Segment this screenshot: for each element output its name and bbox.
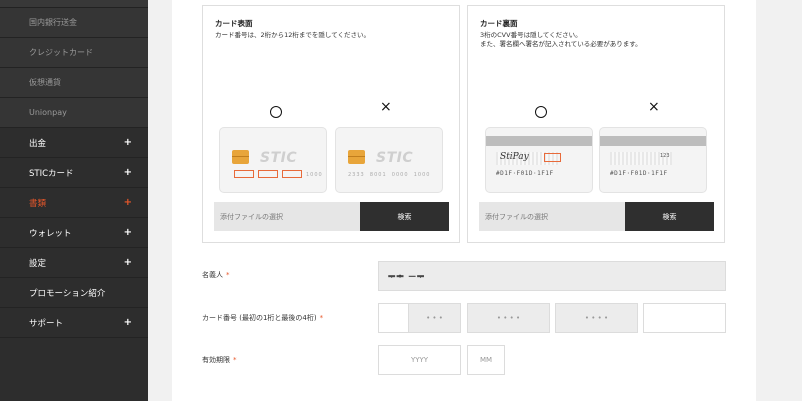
card-number-label: カード番号 (最初の1桁と最後の4桁) * [202,314,324,322]
back-card-number: #D1F·F01D·1F1F [610,170,668,177]
sidebar-item-label: ウォレット [29,228,72,239]
expand-plus-icon[interactable]: + [124,257,132,268]
sidebar-item[interactable]: Unionpay [0,98,148,128]
name-field[interactable] [378,261,726,291]
front-title: カード表面 [215,19,253,28]
card-brand: STIC [376,150,414,166]
masked-digits-box [258,170,278,178]
back-file-input[interactable]: 添付ファイルの選択 [479,202,625,231]
sidebar-item-label: 出金 [29,138,47,149]
expand-plus-icon[interactable]: + [124,317,132,328]
front-description: カード番号は、2桁から12桁までを隠してください。 [215,31,371,39]
card-number-mask-3: • • • • [555,303,638,333]
back-description-line1: 3桁のCVV番号は隠してください。 [480,31,582,39]
correct-mark-icon [535,106,547,118]
card-front-correct-example: STIC 1000 [219,127,327,193]
card-number-visible: 2333 8001 0000 1000 [348,172,431,178]
sidebar-item[interactable]: 仮想通貨 [0,68,148,98]
sidebar-item[interactable]: クレジットカード [0,38,148,68]
back-description: 3桁のCVV番号は隠してください。 また、署名欄へ署名が記入されている必要があり… [480,31,715,49]
sidebar-item[interactable]: 設定 + [0,248,148,278]
name-value: ᆕᆃ ᅳᆕ [388,272,426,281]
magnetic-stripe [486,136,592,146]
sidebar-item[interactable]: 国内銀行送金 [0,8,148,38]
card-number-last-four[interactable] [643,303,726,333]
sidebar-item[interactable]: サポート + [0,308,148,338]
required-mark: * [226,271,230,279]
required-mark: * [319,314,324,322]
card-front-incorrect-example: STIC 2333 8001 0000 1000 [335,127,443,193]
front-upload-row: 添付ファイルの選択 検索 [214,202,449,231]
card-brand: STIC [260,150,298,166]
card-back-incorrect-example: 123 #D1F·F01D·1F1F [599,127,707,193]
card-back-section: カード裏面 3桁のCVV番号は隠してください。 また、署名欄へ署名が記入されてい… [467,5,725,243]
expand-plus-icon[interactable]: + [124,227,132,238]
sidebar-item-label: 国内銀行送金 [29,18,77,27]
required-mark: * [233,356,237,364]
sidebar-item-label: プロモーション紹介 [29,288,106,299]
sidebar-item-label: 設定 [29,258,47,269]
expand-plus-icon[interactable]: + [124,137,132,148]
incorrect-mark-icon: × [380,99,392,115]
signature-text: StiPay [500,152,529,162]
sidebar-item[interactable]: STICカード + [0,158,148,188]
incorrect-mark-icon: × [648,99,660,115]
card-number-first-digit[interactable] [378,303,409,333]
expiry-month-input[interactable]: MM [467,345,505,375]
chip-icon [232,150,249,164]
sidebar-item-label: STICカード [29,168,74,179]
magnetic-stripe [600,136,706,146]
masked-digits-box [234,170,254,178]
expiry-year-input[interactable]: YYYY [378,345,461,375]
expand-plus-icon[interactable]: + [124,197,132,208]
front-browse-button[interactable]: 検索 [360,202,449,231]
back-description-line2: また、署名欄へ署名が記入されている必要があります。 [480,40,642,48]
name-label: 名義人 * [202,271,230,279]
card-number-mask-2: • • • • [467,303,550,333]
sidebar-item[interactable]: プロモーション紹介 [0,278,148,308]
back-browse-button[interactable]: 検索 [625,202,714,231]
sidebar-top-strip [0,0,148,8]
back-upload-row: 添付ファイルの選択 検索 [479,202,714,231]
back-card-number: #D1F·F01D·1F1F [496,170,554,177]
sidebar-item[interactable]: 出金 + [0,128,148,158]
sidebar-item-label: 仮想通貨 [29,78,61,87]
correct-mark-icon [270,106,282,118]
cvv-masked-box [544,153,561,162]
card-number-visible: 1000 [306,172,323,178]
sidebar-item-label: Unionpay [29,108,67,117]
sidebar: 国内銀行送金クレジットカード 仮想通貨 Unionpay 出金 + STICカード + 書類 +… [0,0,148,401]
cvv-visible: 123 [660,153,670,159]
card-back-correct-example: StiPay #D1F·F01D·1F1F [485,127,593,193]
expiry-label: 有効期限 * [202,356,237,364]
sidebar-item[interactable]: ウォレット + [0,218,148,248]
sidebar-item-label: クレジットカード [29,48,93,57]
expand-plus-icon[interactable]: + [124,167,132,178]
front-file-input[interactable]: 添付ファイルの選択 [214,202,360,231]
sidebar-item[interactable]: 書類 + [0,188,148,218]
masked-digits-box [282,170,302,178]
sidebar-item-label: サポート [29,318,64,329]
card-number-mask-1: • • • [408,303,461,333]
card-front-section: カード表面 カード番号は、2桁から12桁までを隠してください。 × STIC 1… [202,5,460,243]
chip-icon [348,150,365,164]
sidebar-item-label: 書類 [29,198,47,209]
back-title: カード裏面 [480,19,518,28]
